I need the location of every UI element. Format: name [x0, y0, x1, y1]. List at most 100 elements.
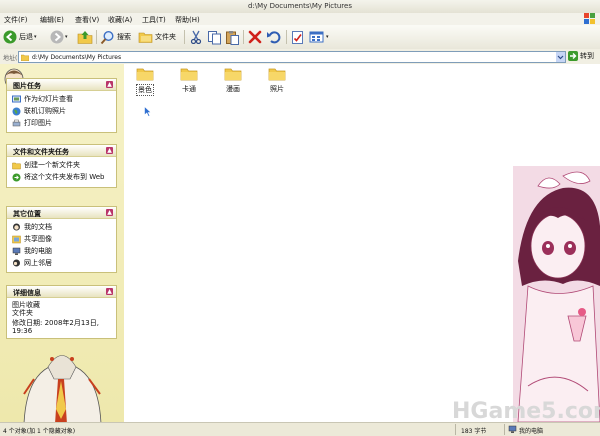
other-places-title: 其它位置	[13, 210, 41, 218]
menu-tools[interactable]: 工具(T)	[142, 15, 166, 25]
views-button[interactable]: ▾	[309, 29, 329, 45]
folder-item[interactable]: 景色	[130, 67, 160, 96]
task-print-pictures[interactable]: 打印图片	[7, 117, 116, 129]
status-objects: 4 个对象(加 1 个隐藏对象)	[3, 428, 76, 435]
undo-icon	[267, 31, 281, 44]
forward-dropdown-icon[interactable]: ▾	[65, 34, 68, 40]
picture-tasks-header[interactable]: 图片任务 ▲	[7, 79, 116, 91]
place-network-label: 网上邻居	[24, 259, 52, 267]
address-dropdown-button[interactable]	[556, 52, 565, 62]
search-button[interactable]: 搜索	[100, 29, 131, 45]
paste-button[interactable]	[225, 29, 240, 45]
file-tasks-title: 文件和文件夹任务	[13, 148, 69, 156]
menu-edit[interactable]: 编辑(E)	[40, 15, 64, 25]
task-slideshow[interactable]: 作为幻灯片查看	[7, 93, 116, 105]
go-arrow-icon	[568, 51, 578, 61]
task-order-prints[interactable]: 联机订购照片	[7, 105, 116, 117]
forward-button[interactable]: ▾	[50, 29, 68, 45]
task-new-folder-label: 创建一个新文件夹	[24, 161, 80, 169]
window-title: d:\My Documents\My Pictures	[248, 2, 352, 10]
task-slideshow-label: 作为幻灯片查看	[24, 95, 73, 103]
folder-item[interactable]: 卡通	[174, 67, 204, 94]
status-bar: 4 个对象(加 1 个隐藏对象) 183 字节 我的电脑	[0, 422, 600, 436]
folder-icon	[268, 68, 286, 81]
my-computer-icon	[508, 425, 517, 433]
status-size: 183 字节	[461, 428, 487, 435]
folder-name: 漫画	[226, 85, 240, 93]
back-button[interactable]: 后退 ▾	[3, 29, 37, 45]
picture-tasks-panel: 图片任务 ▲ 作为幻灯片查看 联机订购照片 打印图片	[6, 78, 117, 133]
details-title: 详细信息	[13, 289, 41, 297]
back-dropdown-icon[interactable]: ▾	[34, 34, 37, 40]
slideshow-icon	[12, 95, 21, 103]
windows-logo-icon	[584, 13, 595, 24]
file-tasks-header[interactable]: 文件和文件夹任务 ▲	[7, 145, 116, 157]
cut-button[interactable]	[189, 29, 203, 45]
folder-name: 卡通	[182, 85, 196, 93]
other-places-header[interactable]: 其它位置 ▲	[7, 207, 116, 219]
folder-icon	[136, 68, 154, 81]
folder-item[interactable]: 照片	[262, 67, 292, 94]
collapse-icon[interactable]: ▲	[106, 147, 113, 154]
forward-arrow-icon	[50, 30, 64, 44]
go-label: 转到	[580, 52, 594, 60]
folder-item[interactable]: 漫画	[218, 67, 248, 94]
place-my-computer[interactable]: 我的电脑	[7, 245, 116, 257]
collapse-icon[interactable]: ▲	[106, 288, 113, 295]
new-folder-icon	[12, 162, 21, 170]
folder-icon	[224, 68, 242, 81]
collapse-icon[interactable]: ▲	[106, 209, 113, 216]
details-modified: 修改日期: 2008年2月13日, 19:36	[12, 319, 99, 335]
status-location: 我的电脑	[519, 428, 544, 435]
my-computer-icon	[12, 247, 21, 255]
folders-button[interactable]: 文件夹	[138, 29, 176, 45]
task-new-folder[interactable]: 创建一个新文件夹	[7, 159, 116, 171]
menu-help[interactable]: 帮助(H)	[175, 15, 200, 25]
details-type: 文件夹	[12, 309, 33, 317]
toolbar-separator	[184, 30, 185, 44]
details-header[interactable]: 详细信息 ▲	[7, 286, 116, 298]
folder-name: 景色	[136, 84, 154, 96]
folder-name: 照片	[270, 85, 284, 93]
paste-icon	[226, 30, 239, 45]
file-view: 景色 卡通 漫画 照片 HGame5.com	[124, 64, 600, 422]
cut-icon	[190, 30, 202, 44]
menu-favorites[interactable]: 收藏(A)	[108, 15, 132, 25]
sidebar-illustration	[23, 355, 102, 422]
place-shared-pictures[interactable]: 共享图像	[7, 233, 116, 245]
picture-tasks-title: 图片任务	[13, 82, 41, 90]
title-bar: d:\My Documents\My Pictures	[0, 0, 600, 14]
network-icon	[13, 259, 20, 267]
globe-icon	[12, 107, 21, 116]
printer-icon	[12, 119, 21, 127]
views-dropdown-icon[interactable]: ▾	[326, 34, 329, 40]
delete-button[interactable]	[248, 29, 262, 45]
file-tasks-panel: 文件和文件夹任务 ▲ 创建一个新文件夹 将这个文件夹发布到 Web	[6, 144, 117, 188]
address-value: d:\My Documents\My Pictures	[32, 53, 122, 61]
search-icon	[100, 30, 114, 44]
undo-button[interactable]	[266, 29, 281, 45]
status-divider	[455, 424, 456, 435]
collapse-icon[interactable]: ▲	[106, 81, 113, 88]
publish-web-icon	[12, 173, 21, 182]
address-input[interactable]: d:\My Documents\My Pictures	[18, 51, 566, 63]
up-folder-button[interactable]	[77, 29, 93, 45]
place-my-computer-label: 我的电脑	[24, 247, 52, 255]
copy-button[interactable]	[207, 29, 222, 45]
details-name: 图片收藏	[12, 301, 40, 309]
details-panel: 详细信息 ▲ 图片收藏 文件夹 修改日期: 2008年2月13日, 19:36	[6, 285, 117, 339]
go-button[interactable]: 转到	[568, 51, 594, 61]
watermark: HGame5.com	[452, 399, 600, 422]
place-network[interactable]: 网上邻居	[7, 257, 116, 269]
menu-view[interactable]: 查看(V)	[75, 15, 99, 25]
views-icon	[309, 31, 324, 43]
up-folder-icon	[77, 31, 93, 44]
properties-button[interactable]	[291, 29, 305, 45]
menu-file[interactable]: 文件(F)	[4, 15, 28, 25]
task-publish-web[interactable]: 将这个文件夹发布到 Web	[7, 171, 116, 183]
place-my-documents-label: 我的文档	[24, 223, 52, 231]
toolbar-separator	[243, 30, 244, 44]
place-my-documents[interactable]: 我的文档	[7, 221, 116, 233]
menu-bar: 文件(F) 编辑(E) 查看(V) 收藏(A) 工具(T) 帮助(H)	[0, 13, 600, 25]
background-illustration	[513, 166, 600, 422]
